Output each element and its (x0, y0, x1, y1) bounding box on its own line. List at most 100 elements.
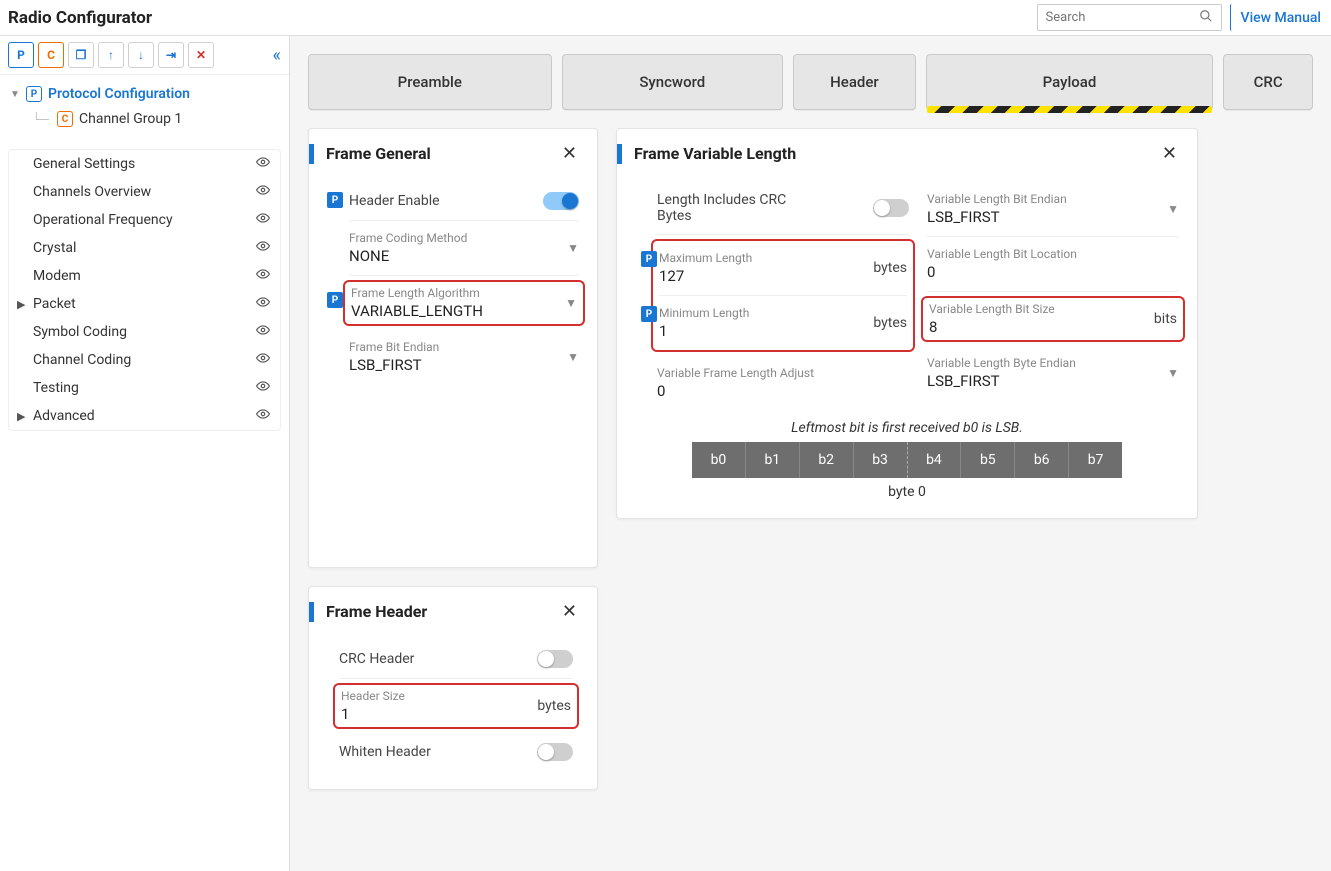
byte-label: byte 0 (635, 484, 1179, 500)
crc-bytes-toggle[interactable] (873, 199, 909, 217)
bit-cell: b1 (746, 442, 800, 478)
nav-item-channels-overview[interactable]: Channels Overview (9, 178, 280, 206)
visibility-icon[interactable] (256, 379, 270, 397)
nav-item-advanced[interactable]: ▶Advanced (9, 402, 280, 430)
visibility-icon[interactable] (256, 407, 270, 425)
chevron-down-icon: ▼ (567, 350, 579, 364)
delete-button[interactable]: ✕ (188, 42, 214, 68)
add-channel-button[interactable]: C (38, 42, 64, 68)
bit-cell: b0 (692, 442, 746, 478)
card-frame-header: Frame Header ✕ CRC Header Header Size 1 … (308, 586, 598, 790)
bit-cell: b4 (908, 442, 962, 478)
field-frame-bit-endian[interactable]: Frame Bit Endian LSB_FIRST ▼ (349, 330, 579, 384)
nav-item-testing[interactable]: Testing (9, 374, 280, 402)
visibility-icon[interactable] (256, 267, 270, 285)
tree-connector-icon: └─ (32, 112, 49, 126)
topbar: Radio Configurator View Manual (0, 0, 1331, 36)
card-frame-varlen: Frame Variable Length ✕ Length Includes … (616, 128, 1198, 519)
search-input[interactable] (1046, 10, 1186, 25)
packet-tab-syncword[interactable]: Syncword (562, 54, 784, 110)
nav-item-modem[interactable]: Modem (9, 262, 280, 290)
field-varlen-bit-endian[interactable]: Variable Length Bit Endian LSB_FIRST ▼ (927, 182, 1179, 237)
visibility-icon[interactable] (256, 211, 270, 229)
nav-item-symbol-coding[interactable]: Symbol Coding (9, 318, 280, 346)
caret-down-icon: ▼ (10, 89, 20, 100)
import-button[interactable]: ⇥ (158, 42, 184, 68)
packet-tab-preamble[interactable]: Preamble (308, 54, 552, 110)
bit-cell: b6 (1015, 442, 1069, 478)
crc-header-toggle[interactable] (537, 650, 573, 668)
main-content: PreambleSyncwordHeaderPayloadCRC Frame G… (290, 36, 1331, 871)
visibility-icon[interactable] (256, 295, 270, 313)
move-up-button[interactable]: ↑ (98, 42, 124, 68)
chevron-down-icon: ▼ (1167, 366, 1179, 380)
field-min-length[interactable]: P Minimum Length 1 bytes (659, 296, 907, 350)
field-frame-coding[interactable]: Frame Coding Method NONE ▼ (349, 221, 579, 276)
header-enable-toggle[interactable] (543, 192, 579, 210)
field-varlen-byte-endian[interactable]: Variable Length Byte Endian LSB_FIRST ▼ (927, 346, 1179, 400)
field-varlen-bit-size[interactable]: Variable Length Bit Size 8 bits (921, 296, 1185, 342)
tree-child[interactable]: └─ C Channel Group 1 (32, 105, 279, 133)
chevron-right-icon: ▶ (17, 410, 27, 423)
channel-tag-icon: C (57, 111, 73, 127)
packet-tabs: PreambleSyncwordHeaderPayloadCRC (308, 54, 1313, 110)
nav-item-operational-frequency[interactable]: Operational Frequency (9, 206, 280, 234)
field-whiten-header: Whiten Header (339, 733, 573, 771)
field-crc-header: CRC Header (339, 640, 573, 679)
field-frame-length-algo[interactable]: P Frame Length Algorithm VARIABLE_LENGTH… (343, 280, 585, 326)
p-badge-icon: P (327, 292, 343, 308)
field-header-enable: P Header Enable (349, 182, 579, 221)
chevron-down-icon: ▼ (567, 241, 579, 255)
tree-root-label: Protocol Configuration (48, 86, 190, 102)
visibility-icon[interactable] (256, 155, 270, 173)
field-varlen-bit-location[interactable]: Variable Length Bit Location 0 (927, 237, 1179, 292)
app-title: Radio Configurator (8, 8, 152, 28)
card-title: Frame Header (326, 602, 427, 621)
search-box[interactable] (1037, 4, 1222, 31)
p-badge-icon: P (641, 306, 657, 322)
field-max-length[interactable]: P Maximum Length 127 bytes (659, 241, 907, 296)
visibility-icon[interactable] (256, 323, 270, 341)
sidebar-toolbar: P C ❐ ↑ ↓ ⇥ ✕ « (0, 36, 289, 75)
search-icon[interactable] (1199, 8, 1213, 27)
add-protocol-button[interactable]: P (8, 42, 34, 68)
nav-item-crystal[interactable]: Crystal (9, 234, 280, 262)
visibility-icon[interactable] (256, 239, 270, 257)
bit-cell: b2 (800, 442, 854, 478)
card-title: Frame General (326, 144, 431, 163)
view-manual-button[interactable]: View Manual (1230, 4, 1331, 31)
packet-tab-payload[interactable]: Payload (926, 54, 1213, 110)
chevron-right-icon: ▶ (17, 298, 27, 311)
protocol-tag-icon: P (26, 86, 42, 102)
field-length-includes-crc: Length Includes CRC Bytes (657, 182, 909, 235)
packet-tab-header[interactable]: Header (793, 54, 916, 110)
project-tree: ▼ P Protocol Configuration └─ C Channel … (0, 75, 289, 141)
p-badge-icon: P (327, 192, 343, 208)
card-frame-general: Frame General ✕ P Header Enable Frame Co… (308, 128, 598, 568)
whiten-header-toggle[interactable] (537, 743, 573, 761)
copy-button[interactable]: ❐ (68, 42, 94, 68)
field-varlen-adjust[interactable]: Variable Frame Length Adjust 0 (657, 356, 909, 410)
card-title: Frame Variable Length (634, 144, 796, 163)
chevron-down-icon: ▼ (565, 296, 577, 310)
bit-cell: b3 (854, 442, 908, 478)
tree-child-label: Channel Group 1 (79, 111, 182, 127)
bit-note: Leftmost bit is first received b0 is LSB… (635, 420, 1179, 436)
visibility-icon[interactable] (256, 351, 270, 369)
packet-tab-crc[interactable]: CRC (1223, 54, 1313, 110)
close-icon[interactable]: ✕ (1158, 143, 1181, 164)
chevron-down-icon: ▼ (1167, 202, 1179, 216)
tree-root[interactable]: ▼ P Protocol Configuration (10, 83, 279, 105)
move-down-button[interactable]: ↓ (128, 42, 154, 68)
nav-item-general-settings[interactable]: General Settings (9, 150, 280, 178)
close-icon[interactable]: ✕ (558, 601, 581, 622)
visibility-icon[interactable] (256, 183, 270, 201)
section-nav: General SettingsChannels OverviewOperati… (8, 149, 281, 431)
close-icon[interactable]: ✕ (558, 143, 581, 164)
field-header-size[interactable]: Header Size 1 bytes (333, 683, 579, 729)
nav-item-channel-coding[interactable]: Channel Coding (9, 346, 280, 374)
bit-cell: b7 (1069, 442, 1122, 478)
bit-row: b0b1b2b3b4b5b6b7 (692, 442, 1122, 478)
collapse-sidebar-icon[interactable]: « (273, 45, 281, 66)
nav-item-packet[interactable]: ▶Packet (9, 290, 280, 318)
